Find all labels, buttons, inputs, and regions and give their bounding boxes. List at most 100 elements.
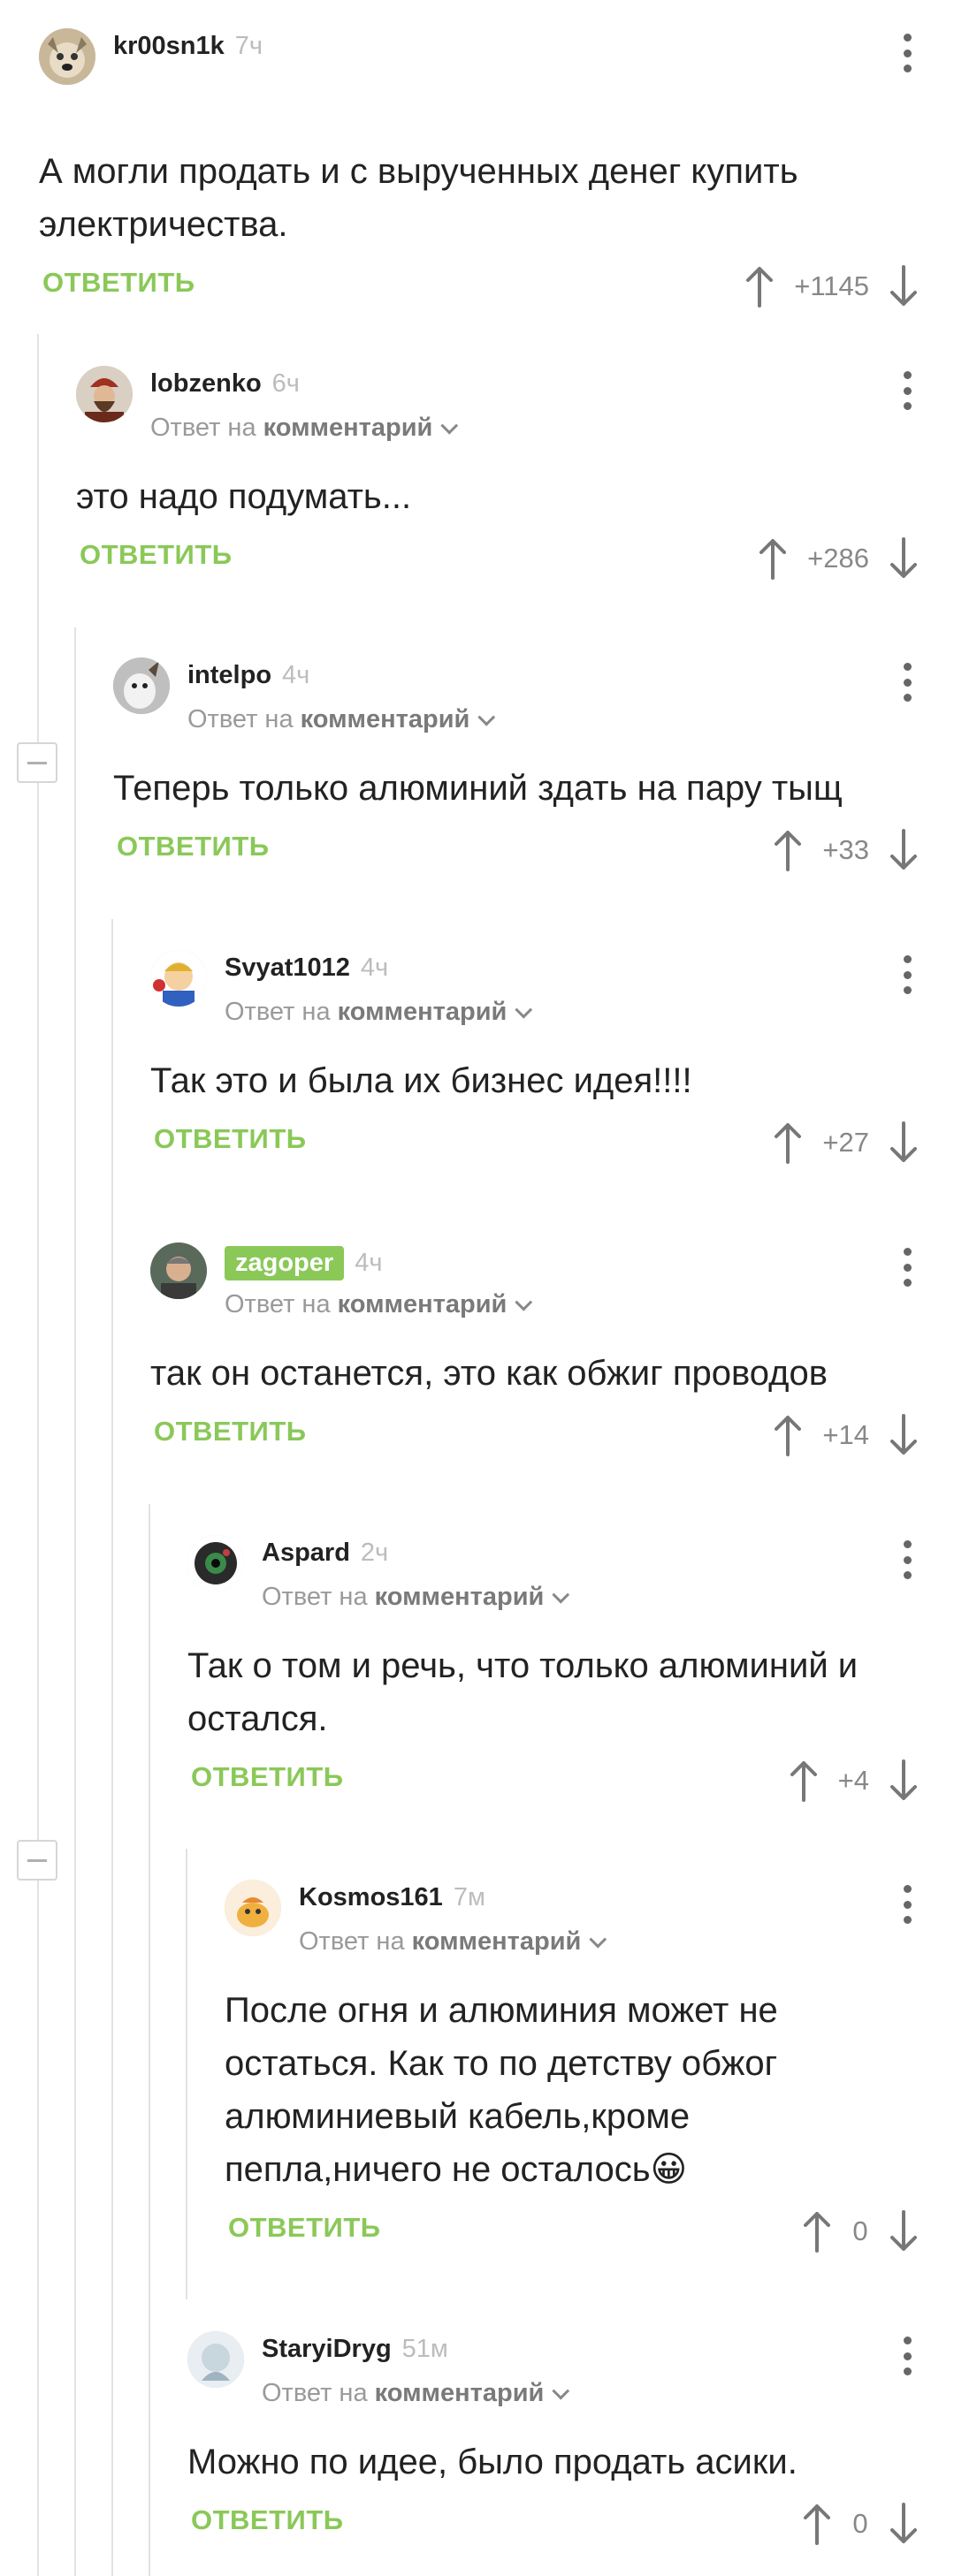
timestamp: 7м [453,1883,485,1911]
score: 0 [852,2508,868,2539]
downvote-icon[interactable] [889,2210,919,2253]
comment: Kosmos161 7м Ответ на комментарий После … [225,1878,954,2258]
collapse-thread-button[interactable] [17,1840,57,1881]
comment-header: zagoper 4ч Ответ на комментарий [150,1241,954,1318]
comment: zagoper 4ч Ответ на комментарий так он о… [150,1241,954,1462]
cartoon-avatar[interactable] [225,1880,281,1936]
animal-avatar[interactable] [113,657,170,714]
collapse-thread-button[interactable] [17,742,57,783]
timestamp: 51м [401,2335,448,2363]
comment-actions: ОТВЕТИТЬ +33 [113,824,954,877]
comment-text: После огня и алюминия может не остаться.… [225,1991,778,2189]
vote-controls: +4 [789,1754,919,1807]
upvote-icon[interactable] [773,1414,803,1456]
vote-controls: +27 [773,1116,919,1169]
chevron-down-icon [515,1000,533,1019]
comment: StaryiDryg 51м Ответ на комментарий Можн… [187,2329,954,2550]
upvote-icon[interactable] [758,537,788,580]
comment-header: intelpo 4ч Ответ на комментарий [113,656,954,733]
comment-header: StaryiDryg 51м Ответ на комментарий [187,2329,954,2407]
downvote-icon[interactable] [889,1414,919,1456]
vault-boy-avatar[interactable] [150,950,207,1007]
robot-avatar[interactable] [187,1535,244,1592]
score: +286 [807,543,869,574]
reply-button[interactable]: ОТВЕТИТЬ [154,1416,307,1448]
more-options-icon[interactable] [896,1878,919,1931]
reply-to-link[interactable]: Ответ на комментарий [262,1583,570,1612]
comment-text: Теперь только алюминий здать на пару тыщ [113,769,843,808]
downvote-icon[interactable] [889,537,919,580]
comment-actions: ОТВЕТИТЬ +286 [76,532,954,585]
comment-text: Можно по идее, было продать асики. [187,2443,798,2481]
score: +33 [822,834,869,865]
username[interactable]: Kosmos161 [299,1883,443,1912]
username[interactable]: StaryiDryg [262,2335,392,2364]
chevron-down-icon [552,2382,570,2400]
downvote-icon[interactable] [889,1121,919,1164]
reply-button[interactable]: ОТВЕТИТЬ [228,2212,381,2244]
more-options-icon[interactable] [896,2329,919,2382]
more-options-icon[interactable] [896,364,919,417]
downvote-icon[interactable] [889,829,919,871]
thread-line-level-3 [111,919,113,2576]
username[interactable]: intelpo [187,661,271,690]
downvote-icon[interactable] [889,1759,919,1802]
upvote-icon[interactable] [773,829,803,871]
more-options-icon[interactable] [896,1241,919,1294]
vote-controls: +14 [773,1409,919,1462]
dog-avatar[interactable] [39,28,95,85]
reply-button[interactable]: ОТВЕТИТЬ [80,539,233,571]
comment-actions: ОТВЕТИТЬ +14 [150,1409,954,1462]
reply-to-link[interactable]: Ответ на комментарий [187,705,496,734]
chevron-down-icon [589,1930,607,1949]
username[interactable]: Aspard [262,1539,350,1568]
reply-button[interactable]: ОТВЕТИТЬ [191,2504,344,2536]
downvote-icon[interactable] [889,265,919,308]
reply-to-link[interactable]: Ответ на комментарий [150,414,459,443]
more-options-icon[interactable] [896,948,919,1001]
upvote-icon[interactable] [773,1121,803,1164]
username[interactable]: kr00sn1k [113,32,225,61]
downvote-icon[interactable] [889,2503,919,2545]
upvote-icon[interactable] [802,2210,832,2253]
thread-line-level-1 [37,334,39,2576]
reply-button[interactable]: ОТВЕТИТЬ [154,1123,307,1155]
vote-controls: 0 [802,2205,919,2258]
comment-actions: ОТВЕТИТЬ +1145 [39,260,954,313]
username[interactable]: zagoper [225,1246,345,1280]
tsar-avatar[interactable] [76,366,133,422]
reply-button[interactable]: ОТВЕТИТЬ [191,1761,344,1793]
vote-controls: +33 [773,824,919,877]
reply-button[interactable]: ОТВЕТИТЬ [117,831,270,862]
score: +4 [837,1765,869,1796]
comment-text: это надо подумать... [76,477,412,516]
man-avatar[interactable] [150,1242,207,1299]
timestamp: 4ч [282,661,310,689]
reply-to-link[interactable]: Ответ на комментарий [225,1290,533,1319]
chevron-down-icon [440,416,459,435]
more-options-icon[interactable] [896,1533,919,1586]
upvote-icon[interactable] [744,265,775,308]
comment-header: lobzenko 6ч Ответ на комментарий [76,364,954,442]
comment: kr00sn1k 7ч А могли продать и с вырученн… [39,27,954,313]
reply-button[interactable]: ОТВЕТИТЬ [42,267,195,299]
reply-to-link[interactable]: Ответ на комментарий [225,998,533,1027]
vote-controls: 0 [802,2497,919,2550]
chevron-down-icon [552,1585,570,1604]
comment: lobzenko 6ч Ответ на комментарий это над… [76,364,954,585]
more-options-icon[interactable] [896,27,919,80]
timestamp: 4ч [355,1249,383,1277]
comment-text: А могли продать и с вырученных денег куп… [39,152,798,244]
more-options-icon[interactable] [896,656,919,709]
chevron-down-icon [477,708,496,726]
username[interactable]: Svyat1012 [225,954,350,983]
comment-text: Так это и была их бизнес идея!!!! [150,1061,692,1100]
vote-controls: +1145 [744,260,919,313]
upvote-icon[interactable] [789,1759,819,1802]
light-avatar[interactable] [187,2331,244,2388]
upvote-icon[interactable] [802,2503,832,2545]
username[interactable]: lobzenko [150,369,262,399]
reply-to-link[interactable]: Ответ на комментарий [299,1927,607,1957]
timestamp: 6ч [271,369,300,398]
reply-to-link[interactable]: Ответ на комментарий [262,2379,570,2408]
